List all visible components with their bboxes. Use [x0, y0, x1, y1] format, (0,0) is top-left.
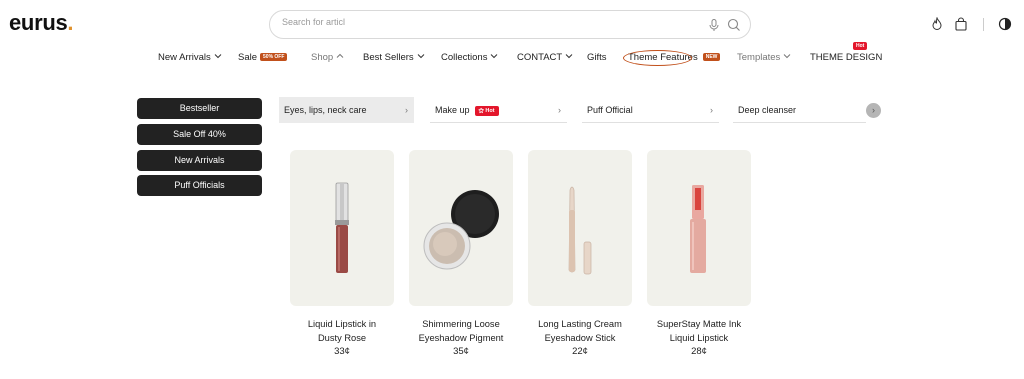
chevron-down-icon	[491, 54, 498, 59]
hot-badge: ⚝ Hot	[474, 106, 499, 116]
search-input[interactable]	[282, 17, 682, 27]
product-title[interactable]: Liquid Lipstick in Dusty Rose	[290, 317, 394, 345]
chevron-up-icon	[336, 53, 344, 58]
header-divider	[983, 18, 984, 31]
product-price: 33¢	[334, 346, 350, 357]
search-icon[interactable]	[727, 18, 741, 32]
product-title[interactable]: SuperStay Matte Ink Liquid Lipstick	[647, 317, 751, 345]
sidebar-bestseller-button[interactable]: Bestseller	[137, 98, 262, 119]
eyeshadow-pot-image	[423, 190, 499, 270]
logo-dot: .	[67, 10, 74, 35]
liquid-lipstick-image	[335, 182, 349, 273]
eyeshadow-stick-image	[568, 186, 592, 275]
product-image[interactable]	[409, 150, 513, 306]
new-badge: NEW	[702, 53, 721, 61]
nav-gifts[interactable]: Gifts	[587, 52, 607, 66]
tab-eyes-lips-neck-care[interactable]: Eyes, lips, neck care ›	[279, 97, 414, 123]
product-image[interactable]	[647, 150, 751, 306]
tab-puff-official[interactable]: Puff Official ›	[582, 97, 719, 123]
microphone-icon[interactable]	[707, 18, 721, 32]
nav-contact[interactable]: CONTACT	[517, 52, 573, 66]
matte-lipstick-image	[690, 185, 706, 273]
hot-badge: Hot	[853, 42, 868, 50]
chevron-down-icon	[214, 54, 222, 59]
nav-sale[interactable]: Sale 50% OFF	[238, 52, 288, 66]
tab-deep-cleanser[interactable]: Deep cleanser	[733, 97, 866, 123]
nav-templates[interactable]: Templates	[737, 52, 791, 66]
search-bar	[269, 10, 751, 39]
tabs-next-button[interactable]: ›	[866, 103, 881, 118]
nav-theme-design[interactable]: THEME DESIGN	[810, 52, 882, 66]
sidebar-sale-off-button[interactable]: Sale Off 40%	[137, 124, 262, 145]
logo-text: eurus	[9, 10, 68, 35]
product-image[interactable]	[290, 150, 394, 306]
fire-icon[interactable]	[930, 17, 944, 31]
chevron-down-icon	[783, 54, 791, 59]
nav-collections[interactable]: Collections	[441, 52, 498, 66]
nav-new-arrivals[interactable]: New Arrivals	[158, 52, 222, 66]
product-image[interactable]	[528, 150, 632, 306]
sale-badge: 50% OFF	[260, 53, 288, 61]
sidebar-new-arrivals-button[interactable]: New Arrivals	[137, 150, 262, 171]
product-price: 35¢	[453, 346, 469, 357]
main-nav: New Arrivals Sale 50% OFF Shop Best Selle…	[0, 52, 1024, 66]
sidebar-puff-officials-button[interactable]: Puff Officials	[137, 175, 262, 196]
nav-shop[interactable]: Shop	[311, 52, 344, 66]
logo[interactable]: eurus.	[9, 10, 74, 36]
chevron-down-icon	[417, 54, 425, 59]
chevron-right-icon: ›	[558, 105, 561, 115]
product-price: 22¢	[572, 346, 588, 357]
tab-make-up[interactable]: Make up ⚝ Hot ›	[430, 97, 567, 123]
product-title[interactable]: Long Lasting Cream Eyeshadow Stick	[528, 317, 632, 345]
theme-toggle-icon[interactable]	[998, 17, 1012, 31]
chevron-down-icon	[565, 54, 573, 59]
nav-best-sellers[interactable]: Best Sellers	[363, 52, 425, 66]
chevron-right-icon: ›	[405, 105, 408, 115]
bag-icon[interactable]	[954, 17, 968, 31]
product-price: 28¢	[691, 346, 707, 357]
product-title[interactable]: Shimmering Loose Eyeshadow Pigment	[409, 317, 513, 345]
chevron-right-icon: ›	[710, 105, 713, 115]
theme-features-highlight	[623, 50, 692, 66]
